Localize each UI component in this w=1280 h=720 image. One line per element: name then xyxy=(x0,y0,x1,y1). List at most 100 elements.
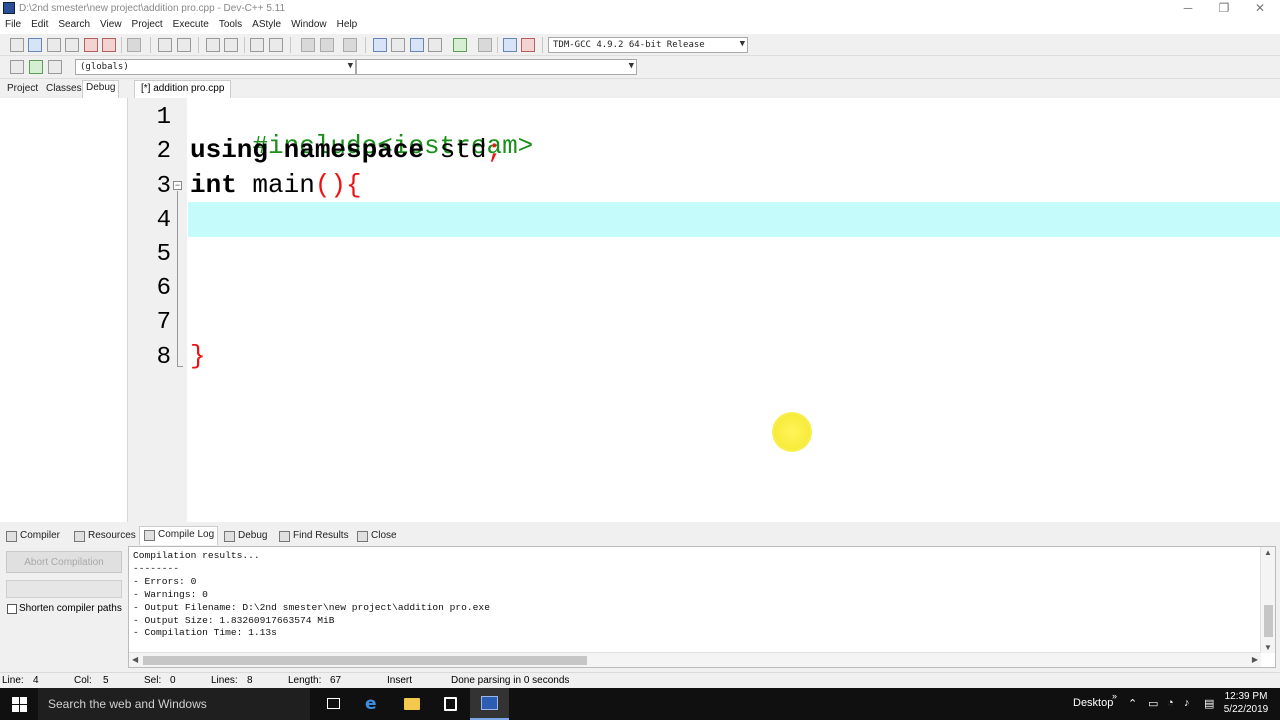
scroll-right-icon[interactable]: ▶ xyxy=(1252,655,1258,664)
vertical-scroll-thumb[interactable] xyxy=(1264,605,1273,637)
resources-icon xyxy=(74,531,85,542)
menu-astyle[interactable]: AStyle xyxy=(247,18,286,30)
undo-icon[interactable] xyxy=(158,38,172,52)
rebuild-all-icon[interactable] xyxy=(428,38,442,52)
status-bar: Line: 4 Col: 5 Sel: 0 Lines: 8 Length: 6… xyxy=(0,672,1280,688)
redo-icon[interactable] xyxy=(177,38,191,52)
vertical-scrollbar[interactable]: ▲ ▼ xyxy=(1260,547,1275,653)
tab-debug[interactable]: Debug xyxy=(82,80,120,98)
tab-addition-pro-cpp[interactable]: [*] addition pro.cpp xyxy=(134,80,232,98)
status-length-value: 67 xyxy=(330,675,342,686)
battery-icon[interactable]: ▭ xyxy=(1148,697,1158,710)
open-file-icon[interactable] xyxy=(28,38,42,52)
tab-classes[interactable]: Classes xyxy=(43,82,85,95)
code-editor[interactable]: 1 2 3 4 5 6 7 8 − #include<iostream> usi… xyxy=(131,98,1280,522)
globals-select[interactable]: (globals) ▼ xyxy=(75,59,356,75)
close-all-icon[interactable] xyxy=(102,38,116,52)
tab-label: Close xyxy=(371,530,397,541)
menu-execute[interactable]: Execute xyxy=(168,18,214,30)
bookmark-prev-icon[interactable] xyxy=(301,38,315,52)
menu-edit[interactable]: Edit xyxy=(26,18,53,30)
clock-date: 5/22/2019 xyxy=(1223,704,1269,715)
stop-execution-icon[interactable] xyxy=(478,38,492,52)
new-file-icon[interactable] xyxy=(10,38,24,52)
horizontal-scrollbar[interactable]: ◀ ▶ xyxy=(129,652,1261,667)
save-all-icon[interactable] xyxy=(65,38,79,52)
status-col-label: Col: xyxy=(74,675,92,686)
print-icon[interactable] xyxy=(127,38,141,52)
line-number: 6 xyxy=(156,275,171,302)
goto-icon[interactable] xyxy=(29,60,43,74)
status-lines-value: 8 xyxy=(247,675,253,686)
taskbar-clock[interactable]: 12:39 PM 5/22/2019 xyxy=(1222,690,1270,716)
desktop-toolbar-label[interactable]: Desktop xyxy=(1073,697,1113,709)
syntax-check-icon[interactable] xyxy=(453,38,467,52)
menu-view[interactable]: View xyxy=(95,18,127,30)
toggle-icon[interactable] xyxy=(48,60,62,74)
volume-icon[interactable]: ♪ xyxy=(1184,697,1190,709)
tab-compile-log[interactable]: Compile Log xyxy=(139,526,219,545)
minimize-button[interactable]: ─ xyxy=(1170,0,1206,18)
shorten-paths-checkbox[interactable] xyxy=(7,604,17,614)
toolbar-separator xyxy=(198,37,199,53)
menu-tools[interactable]: Tools xyxy=(214,18,247,30)
members-select[interactable]: ▼ xyxy=(356,59,637,75)
save-icon[interactable] xyxy=(47,38,61,52)
tab-close[interactable]: Close xyxy=(353,528,400,545)
unindent-icon[interactable] xyxy=(269,38,283,52)
debug-icon[interactable] xyxy=(521,38,535,52)
tab-debug-panel[interactable]: Debug xyxy=(220,528,270,545)
compile-log[interactable]: Compilation results... -------- - Errors: … xyxy=(128,546,1276,668)
run-icon[interactable] xyxy=(391,38,405,52)
notifications-icon[interactable]: ▤ xyxy=(1204,697,1214,710)
log-line: - Warnings: 0 xyxy=(133,588,208,600)
insert-icon[interactable] xyxy=(10,60,24,74)
tab-find-results[interactable]: Find Results xyxy=(275,528,352,545)
compiler-select[interactable]: TDM-GCC 4.9.2 64-bit Release ▼ xyxy=(548,37,748,53)
menu-project[interactable]: Project xyxy=(127,18,168,30)
tray-overflow-chevron-icon[interactable]: ⌃ xyxy=(1128,697,1137,710)
toolbar-expand-icon[interactable]: » xyxy=(1112,691,1117,701)
scroll-up-icon[interactable]: ▲ xyxy=(1264,548,1272,557)
menu-file[interactable]: File xyxy=(0,18,26,30)
close-window-button[interactable]: ✕ xyxy=(1242,0,1278,18)
profile-chart-icon[interactable] xyxy=(503,38,517,52)
close-file-icon[interactable] xyxy=(84,38,98,52)
bookmark-next-icon[interactable] xyxy=(320,38,334,52)
line-number: 2 xyxy=(156,138,171,165)
line-number: 1 xyxy=(156,104,171,131)
tab-compiler[interactable]: Compiler xyxy=(2,528,63,545)
fold-collapse-icon[interactable]: − xyxy=(173,181,182,190)
taskbar-search-box[interactable]: Search the web and Windows xyxy=(38,688,310,720)
start-button[interactable] xyxy=(0,688,38,720)
menu-search[interactable]: Search xyxy=(53,18,95,30)
debug-check-icon xyxy=(224,531,235,542)
toggle-bookmark-icon[interactable] xyxy=(343,38,357,52)
scroll-left-icon[interactable]: ◀ xyxy=(132,655,138,664)
menu-window[interactable]: Window xyxy=(286,18,332,30)
store-icon[interactable] xyxy=(431,688,470,720)
left-panel-tabs: Project Classes Debug xyxy=(0,80,128,98)
abort-compilation-button[interactable]: Abort Compilation xyxy=(6,551,122,573)
symbol: ; xyxy=(486,135,503,165)
network-icon[interactable]: ◔ xyxy=(1167,697,1174,709)
line-number-gutter: 1 2 3 4 5 6 7 8 − xyxy=(131,98,187,522)
replace-icon[interactable] xyxy=(224,38,238,52)
find-icon[interactable] xyxy=(206,38,220,52)
restore-button[interactable]: ❐ xyxy=(1206,0,1242,18)
edge-browser-icon[interactable]: e xyxy=(353,688,392,720)
code-line-2: using namespace std; xyxy=(190,135,502,165)
indent-icon[interactable] xyxy=(250,38,264,52)
tab-resources[interactable]: Resources xyxy=(70,528,139,545)
devcpp-taskbar-icon[interactable] xyxy=(470,688,509,720)
horizontal-scroll-thumb[interactable] xyxy=(143,656,587,665)
task-view-icon[interactable] xyxy=(314,688,353,720)
compile-icon[interactable] xyxy=(373,38,387,52)
menu-help[interactable]: Help xyxy=(332,18,363,30)
scroll-down-icon[interactable]: ▼ xyxy=(1264,643,1272,652)
chevron-down-icon: ▼ xyxy=(628,61,634,71)
compile-run-icon[interactable] xyxy=(410,38,424,52)
tab-project[interactable]: Project xyxy=(4,82,41,95)
tab-label: Debug xyxy=(238,530,268,541)
file-explorer-icon[interactable] xyxy=(392,688,431,720)
